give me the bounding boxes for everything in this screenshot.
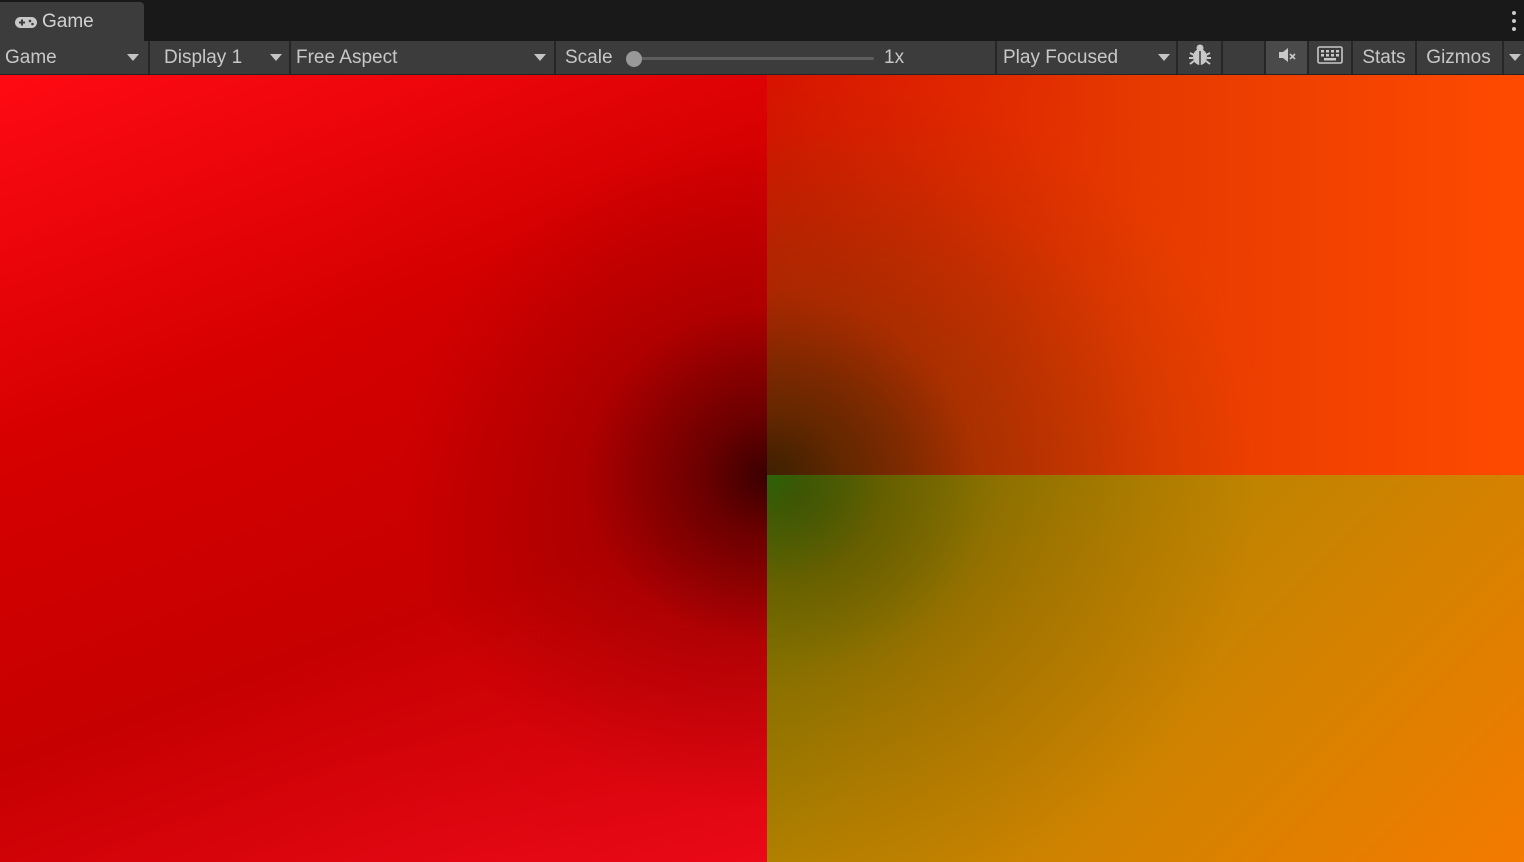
play-mode-label: Play Focused bbox=[1003, 46, 1119, 68]
mute-audio-button[interactable] bbox=[1266, 41, 1307, 74]
chevron-down-icon bbox=[1158, 54, 1170, 61]
stats-button[interactable]: Stats bbox=[1353, 41, 1415, 74]
view-mode-label: Game bbox=[5, 46, 57, 68]
render-center-shading bbox=[767, 75, 1524, 862]
gizmos-dropdown[interactable] bbox=[1504, 41, 1524, 74]
tab-label: Game bbox=[42, 10, 94, 32]
display-label: Display 1 bbox=[164, 46, 243, 68]
scale-slider-track[interactable] bbox=[634, 57, 874, 60]
game-toolbar: Game Display 1 Free Aspect Scale 1x Play… bbox=[0, 41, 1524, 75]
gizmos-button[interactable]: Gizmos bbox=[1417, 41, 1500, 74]
toolbar-divider bbox=[554, 41, 556, 74]
aspect-label: Free Aspect bbox=[296, 46, 398, 68]
audio-mute-icon bbox=[1276, 46, 1298, 69]
tab-bar: Game bbox=[0, 0, 1524, 41]
kebab-menu-icon[interactable] bbox=[1510, 11, 1518, 31]
view-mode-dropdown[interactable]: Game bbox=[0, 41, 148, 74]
unity-game-window: Game Game Display 1 Free Aspect Scale 1x… bbox=[0, 0, 1524, 862]
play-mode-dropdown[interactable]: Play Focused bbox=[997, 41, 1176, 74]
chevron-down-icon bbox=[127, 54, 139, 61]
render-quadrant-left bbox=[0, 75, 767, 862]
gamepad-icon bbox=[14, 14, 38, 30]
display-dropdown[interactable]: Display 1 bbox=[150, 41, 289, 74]
chevron-down-icon bbox=[270, 54, 282, 61]
chevron-down-icon bbox=[1509, 54, 1521, 61]
toolbar-divider bbox=[1221, 41, 1223, 74]
scale-value: 1x bbox=[884, 46, 905, 68]
aspect-dropdown[interactable]: Free Aspect bbox=[291, 41, 554, 74]
keyboard-icon bbox=[1317, 46, 1343, 69]
debug-button[interactable] bbox=[1178, 41, 1221, 74]
scale-label: Scale bbox=[565, 46, 613, 68]
tab-game[interactable]: Game bbox=[0, 2, 144, 41]
game-viewport[interactable] bbox=[0, 75, 1524, 862]
keyboard-shortcuts-button[interactable] bbox=[1309, 41, 1351, 74]
bug-icon bbox=[1187, 43, 1213, 72]
chevron-down-icon bbox=[534, 54, 546, 61]
scale-slider-thumb[interactable] bbox=[626, 51, 642, 67]
